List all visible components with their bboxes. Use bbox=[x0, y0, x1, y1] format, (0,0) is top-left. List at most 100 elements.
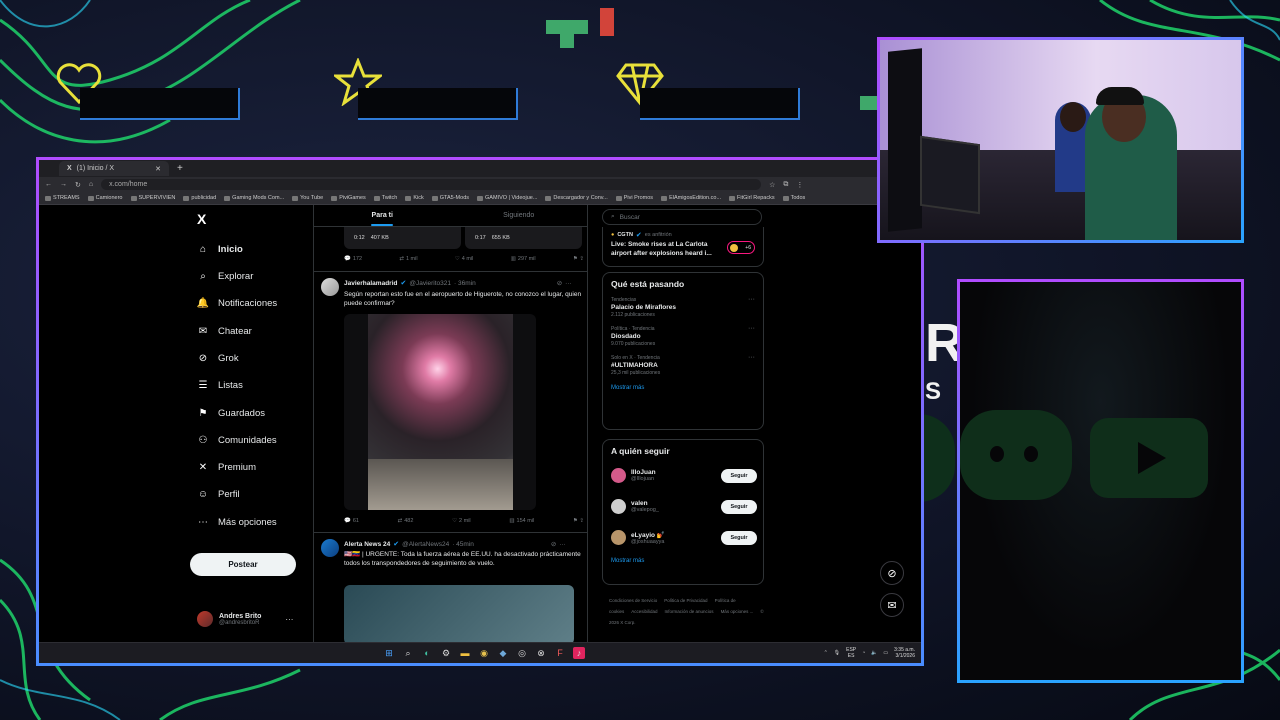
nav-item-guardados[interactable]: ⚑ Guardados bbox=[197, 407, 266, 419]
grok-icon[interactable]: ⊘ bbox=[551, 540, 556, 548]
tweet-video[interactable] bbox=[344, 314, 536, 510]
bookmark-item[interactable]: FitGirl Repacks bbox=[729, 195, 775, 201]
avatar[interactable] bbox=[321, 539, 339, 557]
tweet-image[interactable] bbox=[344, 585, 574, 643]
bookmark-star-icon[interactable]: ☆ bbox=[769, 181, 775, 189]
menu-icon[interactable]: ⋮ bbox=[796, 181, 803, 189]
more-icon[interactable]: ··· bbox=[748, 325, 755, 332]
bookmark-item[interactable]: Descargador y Conv... bbox=[545, 195, 608, 201]
follow-suggestion[interactable]: valen @valepog_ Seguir bbox=[603, 491, 763, 522]
follow-suggestion[interactable]: eLyayio 💅 @joshuaayya Seguir bbox=[603, 522, 763, 553]
browser-tab[interactable]: X (1) Inicio / X ✕ bbox=[59, 161, 169, 176]
nav-item-premium[interactable]: ✕ Premium bbox=[197, 461, 256, 473]
microphone-icon[interactable]: 🎙 bbox=[834, 650, 840, 656]
bookmark-item[interactable]: GAMIVO | Videojue... bbox=[477, 195, 537, 201]
follow-button[interactable]: Seguir bbox=[721, 469, 757, 483]
app-icon[interactable]: ⊗ bbox=[535, 647, 547, 659]
home-browser-icon[interactable]: ⌂ bbox=[89, 181, 93, 188]
back-icon[interactable]: ← bbox=[45, 181, 52, 188]
show-more-link[interactable]: Mostrar más bbox=[603, 553, 763, 572]
more-icon[interactable]: ··· bbox=[748, 354, 755, 361]
settings-icon[interactable]: ⚙ bbox=[440, 647, 452, 659]
account-switcher[interactable]: Andres Brito @andresbritoR ··· bbox=[197, 611, 293, 627]
bookmark-item[interactable]: Kick bbox=[405, 195, 424, 201]
footer-link[interactable]: Más opciones ... bbox=[721, 609, 754, 614]
bookmark-item[interactable]: publicidad bbox=[183, 195, 216, 201]
nav-item-perfil[interactable]: ☺ Perfil bbox=[197, 488, 240, 500]
trend-item[interactable]: Tendencias Palacio de Miraflores 2.112 pub… bbox=[603, 293, 763, 322]
edge-icon[interactable]: ◐ bbox=[421, 647, 433, 659]
views-button[interactable]: ▥ 154 mil bbox=[509, 518, 534, 524]
avatar[interactable] bbox=[321, 278, 339, 296]
url-field[interactable]: x.com/home bbox=[101, 179, 762, 190]
tweet-handle[interactable]: @AlertaNews24 bbox=[402, 541, 449, 548]
chevron-up-icon[interactable]: ⌃ bbox=[824, 650, 828, 656]
search-input[interactable]: ⌕ Buscar bbox=[602, 209, 762, 225]
bookmark-icon[interactable]: ⚑ ⇪ bbox=[573, 518, 584, 524]
nav-item-notificaciones[interactable]: 🔔 Notificaciones bbox=[197, 297, 277, 309]
extensions-icon[interactable]: ⧉ bbox=[783, 181, 788, 189]
follow-button[interactable]: Seguir bbox=[721, 500, 757, 514]
steam-icon[interactable]: ◆ bbox=[497, 647, 509, 659]
footer-link[interactable]: Accesibilidad bbox=[631, 609, 657, 614]
volume-icon[interactable]: 🔈 bbox=[871, 650, 877, 656]
bookmark-item[interactable]: Twitch bbox=[373, 195, 397, 201]
trend-item[interactable]: Política · Tendencia Diosdado 9.070 public… bbox=[603, 322, 763, 351]
trend-item[interactable]: Solo en X · Tendencia #ULTIMAHORA 25,3 mil… bbox=[603, 351, 763, 380]
wifi-icon[interactable]: ◔ bbox=[862, 650, 865, 656]
x-logo[interactable]: X bbox=[197, 211, 206, 227]
nav-item-mas-opciones[interactable]: ⋯ Más opciones bbox=[197, 516, 277, 528]
bookmark-item[interactable]: STREAMS bbox=[45, 195, 80, 201]
like-button[interactable]: ♡ 2 mil bbox=[452, 518, 471, 524]
close-tab-icon[interactable]: ✕ bbox=[155, 165, 161, 173]
footer-link[interactable]: Política de Privacidad bbox=[664, 598, 707, 603]
media-item[interactable]: 0:12 407 KB bbox=[344, 227, 461, 249]
tab-siguiendo[interactable]: Siguiendo bbox=[451, 205, 588, 226]
grok-icon[interactable]: ⊘ bbox=[557, 279, 562, 287]
like-button[interactable]: ♡ 4 mil bbox=[455, 256, 474, 262]
bookmark-item[interactable]: Gaming Mods Com... bbox=[224, 195, 284, 201]
messages-float-button[interactable]: ✉ bbox=[880, 593, 904, 617]
nav-item-grok[interactable]: ⊘ Grok bbox=[197, 352, 239, 364]
tweet-author[interactable]: Alerta News 24 bbox=[344, 541, 390, 548]
follow-button[interactable]: Seguir bbox=[721, 531, 757, 545]
clock[interactable]: 3:35 a.m. 3/1/2026 bbox=[894, 647, 915, 659]
tiktok-icon[interactable]: ♪ bbox=[573, 647, 585, 659]
media-item[interactable]: 0:17 655 KB bbox=[465, 227, 582, 249]
forward-icon[interactable]: → bbox=[60, 181, 67, 188]
file-explorer-icon[interactable]: ▬ bbox=[459, 647, 471, 659]
app-icon[interactable]: ◎ bbox=[516, 647, 528, 659]
more-icon[interactable]: ··· bbox=[565, 280, 572, 287]
show-more-link[interactable]: Mostrar más bbox=[603, 380, 763, 399]
new-tab-button[interactable]: + bbox=[177, 163, 183, 174]
bookmark-item[interactable]: Todos bbox=[782, 195, 805, 201]
bookmark-item[interactable]: GTA5-Mods bbox=[431, 195, 469, 201]
app-icon[interactable]: F bbox=[554, 647, 566, 659]
bookmark-item[interactable]: Camionero bbox=[87, 195, 123, 201]
nav-item-listas[interactable]: ☰ Listas bbox=[197, 379, 243, 391]
footer-link[interactable]: Condiciones de Servicio bbox=[609, 598, 657, 603]
nav-item-inicio[interactable]: ⌂ Inicio bbox=[197, 243, 243, 255]
tweet-author[interactable]: Javierhalamadrid bbox=[344, 280, 397, 287]
reply-button[interactable]: 💬 172 bbox=[344, 256, 362, 262]
follow-suggestion[interactable]: IlloJuan @Illojuan Seguir bbox=[603, 460, 763, 491]
nav-item-explorar[interactable]: ⌕ Explorar bbox=[197, 270, 253, 282]
grok-float-button[interactable]: ⊘ bbox=[880, 561, 904, 585]
tab-para-ti[interactable]: Para ti bbox=[314, 205, 451, 226]
reply-button[interactable]: 💬 61 bbox=[344, 518, 359, 524]
more-icon[interactable]: ··· bbox=[559, 541, 566, 548]
bookmark-icon[interactable]: ⚑ ⇪ bbox=[573, 256, 584, 262]
windows-start-icon[interactable]: ⊞ bbox=[383, 647, 395, 659]
more-icon[interactable]: ··· bbox=[285, 615, 293, 624]
bookmark-item[interactable]: You Tube bbox=[292, 195, 323, 201]
footer-link[interactable]: Información de anuncios bbox=[665, 609, 714, 614]
nav-item-comunidades[interactable]: ⚇ Comunidades bbox=[197, 434, 277, 446]
search-icon[interactable]: ⌕ bbox=[402, 647, 414, 659]
more-icon[interactable]: ··· bbox=[748, 296, 755, 303]
bookmark-item[interactable]: Pivi Promos bbox=[615, 195, 653, 201]
battery-icon[interactable]: ▭ bbox=[883, 650, 888, 656]
repost-button[interactable]: ⇄ 482 bbox=[398, 518, 414, 524]
post-button[interactable]: Postear bbox=[190, 553, 296, 576]
bookmark-item[interactable]: SUPERVIVIEN bbox=[130, 195, 175, 201]
tweet-handle[interactable]: @Javierito321 bbox=[409, 280, 451, 287]
